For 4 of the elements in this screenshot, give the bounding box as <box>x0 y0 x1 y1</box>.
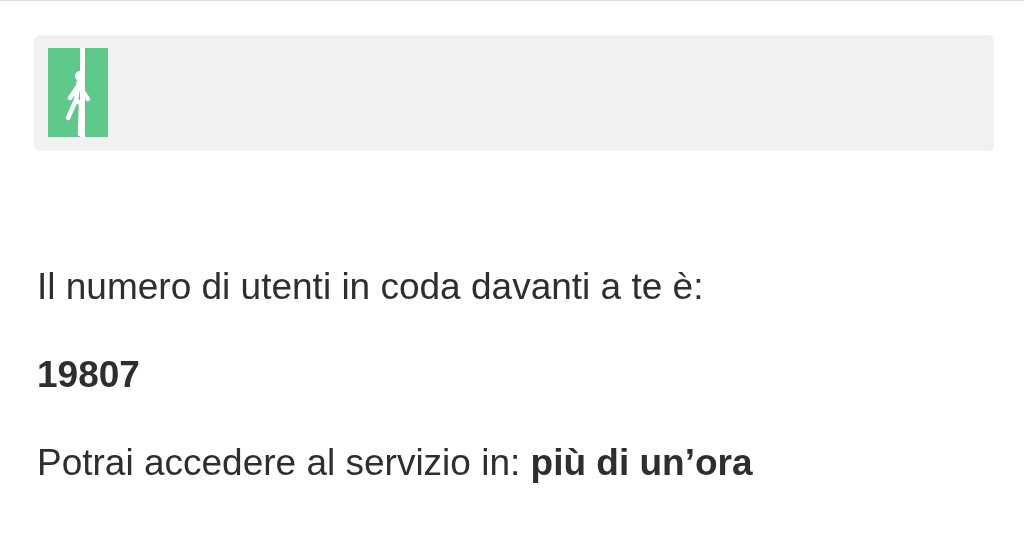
wait-time-text: Potrai accedere al servizio in: più di un’ora <box>37 441 754 485</box>
door-walking-person-icon <box>48 48 108 137</box>
queue-label: Il numero di utenti in coda davanti a te è: <box>37 265 705 309</box>
queue-count: 19807 <box>37 353 141 397</box>
